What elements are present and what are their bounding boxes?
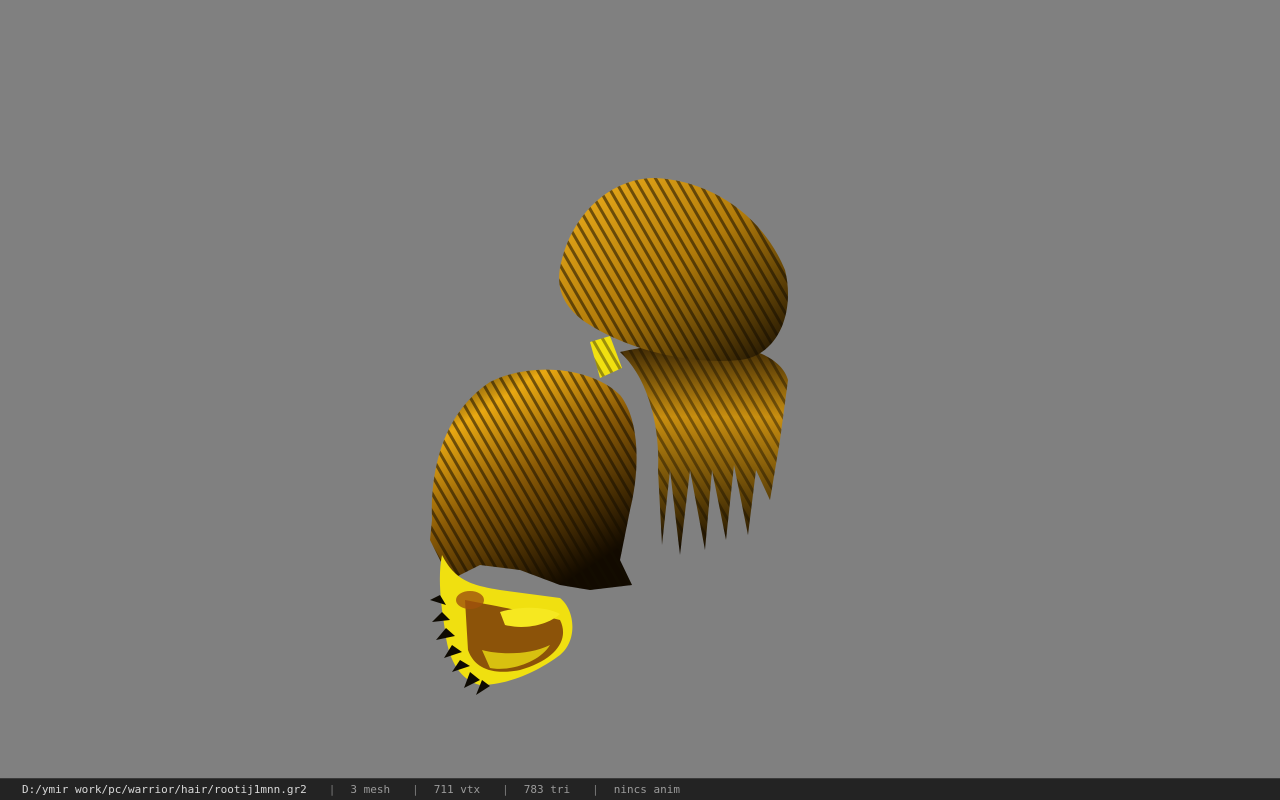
hair-band (590, 336, 622, 378)
separator: | (328, 783, 336, 796)
separator: | (502, 783, 509, 796)
mesh-count: 3 mesh (350, 783, 391, 796)
head-hair (430, 369, 637, 590)
top-bun (559, 178, 788, 361)
file-path: D:/ymir work/pc/warrior/hair/rootij1mnn.… (22, 783, 307, 796)
3d-viewport[interactable] (0, 0, 1280, 778)
separator: | (412, 783, 419, 796)
status-bar: D:/ymir work/pc/warrior/hair/rootij1mnn.… (0, 778, 1280, 800)
triangle-count: 783 tri (523, 783, 571, 796)
hair-model (430, 178, 788, 695)
separator: | (592, 783, 599, 796)
animation-status: nincs anim (613, 783, 680, 796)
ponytail (620, 342, 788, 555)
vertex-count: 711 vtx (433, 783, 481, 796)
